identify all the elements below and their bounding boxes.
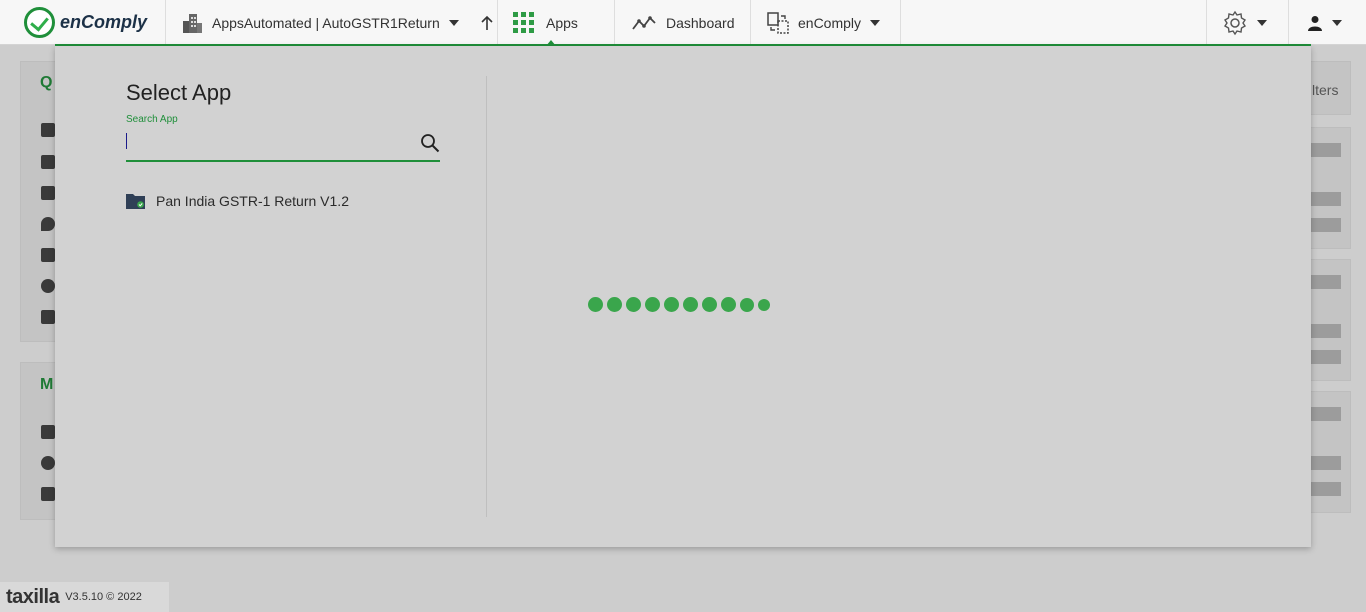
logo-check-icon <box>24 7 55 38</box>
top-navbar: enComply AppsAutomated | AutoGSTR1Return… <box>0 0 1366 46</box>
timer-icon <box>41 456 55 470</box>
nav-separator <box>1288 0 1289 45</box>
text-cursor <box>126 133 127 149</box>
caret-down-icon <box>870 19 881 26</box>
loading-dot <box>702 297 717 312</box>
user-icon <box>41 155 55 169</box>
loading-dot <box>664 297 679 312</box>
app-list-item-label: Pan India GSTR-1 Return V1.2 <box>156 192 349 209</box>
panel-title: Select App <box>126 80 232 105</box>
tab-dashboard-label: Dashboard <box>666 14 735 31</box>
location-icon <box>41 217 55 231</box>
caret-down-icon <box>448 19 459 26</box>
background-card-heading: M <box>40 376 54 393</box>
gear-icon <box>1224 10 1246 35</box>
skeleton-bar <box>1311 324 1341 338</box>
folder-app-icon <box>126 194 145 209</box>
background-card-quick-links <box>20 61 60 342</box>
encomply-menu[interactable]: enComply <box>767 0 881 45</box>
dashboard-trend-icon <box>632 15 656 30</box>
clipboard-icon <box>41 186 55 200</box>
skeleton-bar <box>1311 275 1341 289</box>
select-app-panel: Select App Search App Pan India GSTR-1 R… <box>55 46 1311 547</box>
brand-logo[interactable]: enComply <box>24 0 147 45</box>
switch-app-icon <box>767 11 789 34</box>
broadcast-icon <box>41 279 55 293</box>
grid-icon <box>41 487 55 501</box>
loading-dot <box>740 297 754 312</box>
loading-indicator <box>588 297 774 312</box>
loading-dot <box>645 297 660 312</box>
background-filters-label: lters <box>1312 82 1339 98</box>
loading-dot <box>683 297 698 312</box>
nav-separator <box>750 0 751 45</box>
loading-dot <box>721 297 736 312</box>
skeleton-bar <box>1311 456 1341 470</box>
panel-divider <box>486 76 487 517</box>
footer-logo: taxilla <box>6 585 60 608</box>
receipt-icon <box>41 248 55 262</box>
skeleton-bar <box>1311 482 1341 496</box>
arrow-up-icon <box>481 15 493 30</box>
tab-dashboard[interactable]: Dashboard <box>632 0 735 45</box>
tab-apps[interactable]: Apps <box>497 0 614 46</box>
skeleton-bar <box>1311 192 1341 206</box>
user-menu[interactable] <box>1307 0 1342 45</box>
encomply-menu-label: enComply <box>798 14 862 31</box>
brand-name: enComply <box>60 12 148 32</box>
skeleton-bar <box>1311 143 1341 157</box>
tab-apps-label: Apps <box>546 14 578 31</box>
settings-menu[interactable] <box>1222 0 1267 45</box>
building-icon <box>183 13 202 33</box>
nav-separator <box>614 0 615 45</box>
loading-dot <box>758 298 770 311</box>
nav-separator <box>900 0 901 45</box>
loading-dot <box>626 297 641 312</box>
search-icon[interactable] <box>420 133 440 153</box>
apps-grid-icon <box>513 12 534 33</box>
bank-icon <box>41 123 55 137</box>
dashboard-icon <box>41 425 55 439</box>
workspace-switcher[interactable]: AppsAutomated | AutoGSTR1Return <box>181 0 459 45</box>
user-icon <box>1308 15 1322 31</box>
footer-brand: taxilla V3.5.10 © 2022 <box>0 582 169 612</box>
footer-version: V3.5.10 © 2022 <box>65 591 142 603</box>
skeleton-bar <box>1311 218 1341 232</box>
loading-dot <box>588 297 603 312</box>
app-list-item[interactable]: Pan India GSTR-1 Return V1.2 <box>126 192 349 209</box>
workspace-label: AppsAutomated | AutoGSTR1Return <box>212 14 440 31</box>
loading-dot <box>607 297 622 312</box>
background-card-heading: Q <box>40 74 53 91</box>
caret-down-icon <box>1257 19 1267 26</box>
nav-separator <box>165 0 166 45</box>
nav-separator <box>1206 0 1207 45</box>
caret-down-icon <box>1332 19 1342 26</box>
search-app-label: Search App <box>126 114 178 125</box>
arrow-up-button[interactable] <box>480 0 494 45</box>
skeleton-bar <box>1311 350 1341 364</box>
search-app-input[interactable] <box>126 130 406 156</box>
thumbs-up-icon <box>41 310 55 324</box>
search-app-field <box>126 128 440 162</box>
skeleton-bar <box>1311 407 1341 421</box>
